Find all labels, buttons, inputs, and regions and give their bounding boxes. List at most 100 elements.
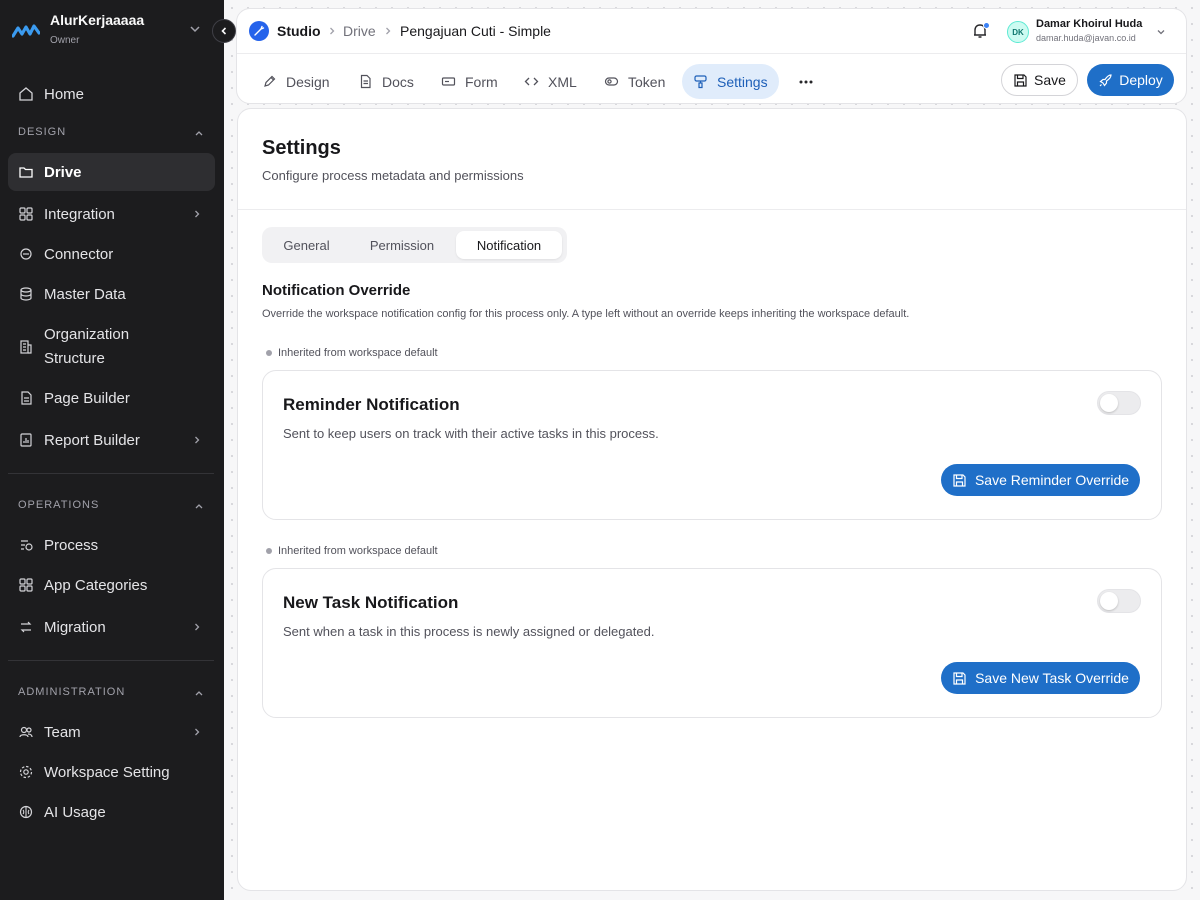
sidebar-item-report-builder[interactable]: Report Builder xyxy=(8,421,215,459)
segment-permission[interactable]: Permission xyxy=(351,231,453,259)
sidebar-item-integration[interactable]: Integration xyxy=(8,195,215,233)
tab-label: Form xyxy=(465,73,498,90)
status-dot xyxy=(266,350,272,356)
save-icon xyxy=(953,473,966,487)
sidebar-item-connector[interactable]: Connector xyxy=(8,235,215,273)
segment-notification[interactable]: Notification xyxy=(456,231,562,259)
toggle-knob xyxy=(1100,394,1118,412)
collapse-sidebar-button[interactable] xyxy=(212,19,236,43)
button-label: Save Reminder Override xyxy=(974,472,1130,488)
notification-dot xyxy=(983,22,990,29)
doc-icon xyxy=(360,74,371,89)
page-icon xyxy=(21,391,32,405)
tab-label: Settings xyxy=(717,73,768,90)
chevron-up-icon[interactable] xyxy=(193,500,205,512)
save-icon xyxy=(1014,73,1027,87)
tab-design[interactable]: Design xyxy=(251,64,341,99)
sidebar-item-label: Integration xyxy=(44,205,115,223)
sidebar-item-label: Team xyxy=(44,723,81,741)
chevron-right-icon xyxy=(195,728,200,736)
editor-tabs: Design Docs Form XML Token Settings Save xyxy=(237,55,1186,105)
chevron-up-icon[interactable] xyxy=(193,127,205,139)
tab-token[interactable]: Token xyxy=(593,64,676,99)
database-icon xyxy=(20,287,32,301)
sidebar-item-home[interactable]: Home xyxy=(8,75,215,113)
deploy-button[interactable]: Deploy xyxy=(1087,64,1174,96)
chevron-down-icon[interactable] xyxy=(1155,26,1167,38)
chevron-right-icon xyxy=(195,436,200,444)
avatar[interactable]: DK xyxy=(1007,21,1029,43)
process-icon xyxy=(21,540,33,551)
workspace-switcher[interactable]: AlurKerjaaaaa Owner xyxy=(0,0,224,62)
card-description: Sent when a task in this process is newl… xyxy=(283,624,655,639)
app-logo-icon xyxy=(12,24,40,38)
status-dot xyxy=(266,548,272,554)
top-bar: Studio Drive Pengajuan Cuti - Simple DK … xyxy=(236,8,1187,104)
chevron-right-icon xyxy=(195,210,200,218)
section-label-design: DESIGN xyxy=(18,126,67,138)
reminder-override-toggle[interactable] xyxy=(1097,391,1141,415)
sidebar-item-migration[interactable]: Migration xyxy=(8,608,215,646)
section-description: Override the workspace notification conf… xyxy=(262,308,910,320)
sidebar-item-label: App Categories xyxy=(44,576,148,594)
save-button[interactable]: Save xyxy=(1001,64,1078,96)
sidebar-item-page-builder[interactable]: Page Builder xyxy=(8,379,215,417)
tab-docs[interactable]: Docs xyxy=(347,64,425,99)
sidebar-item-master-data[interactable]: Master Data xyxy=(8,275,215,313)
save-new-task-override-button[interactable]: Save New Task Override xyxy=(941,662,1140,694)
workspace-name: AlurKerjaaaaa xyxy=(50,12,145,28)
home-icon xyxy=(19,87,33,101)
settings-panel: Settings Configure process metadata and … xyxy=(237,108,1187,891)
brush-icon xyxy=(694,75,707,89)
rocket-icon xyxy=(1099,73,1112,87)
save-button-label: Save xyxy=(1034,72,1066,88)
toggle-knob xyxy=(1100,592,1118,610)
tab-label: XML xyxy=(548,73,577,90)
reminder-notification-card: Reminder Notification Sent to keep users… xyxy=(262,370,1162,520)
user-email: damar.huda@javan.co.id xyxy=(1036,33,1136,43)
form-icon xyxy=(441,77,456,86)
tab-form[interactable]: Form xyxy=(430,64,509,99)
sidebar-item-team[interactable]: Team xyxy=(8,713,215,751)
card-title: New Task Notification xyxy=(283,593,459,612)
save-reminder-override-button[interactable]: Save Reminder Override xyxy=(941,464,1140,496)
sidebar-item-drive[interactable]: Drive xyxy=(8,153,215,191)
sidebar-item-label: Workspace Setting xyxy=(44,763,170,781)
new-task-notification-card: New Task Notification Sent when a task i… xyxy=(262,568,1162,718)
tab-xml[interactable]: XML xyxy=(513,64,588,99)
chevron-up-icon[interactable] xyxy=(193,687,205,699)
token-icon xyxy=(604,77,619,86)
sidebar-item-workspace-setting[interactable]: Workspace Setting xyxy=(8,753,215,791)
sidebar-item-process[interactable]: Process xyxy=(8,526,215,564)
plug-icon xyxy=(20,248,32,260)
sidebar-item-label: Migration xyxy=(44,618,106,636)
sidebar-item-label: Page Builder xyxy=(44,389,130,407)
breadcrumb: Studio Drive Pengajuan Cuti - Simple DK … xyxy=(237,9,1186,54)
sidebar-divider xyxy=(8,660,214,661)
sidebar-item-label: Drive xyxy=(44,163,82,181)
inherit-status: Inherited from workspace default xyxy=(266,347,438,359)
gear-icon xyxy=(19,765,33,779)
sidebar-item-label: Process xyxy=(44,536,99,554)
tab-settings[interactable]: Settings xyxy=(682,64,779,99)
sidebar-item-app-categories[interactable]: App Categories xyxy=(8,566,215,604)
breadcrumb-studio[interactable]: Studio xyxy=(277,23,321,39)
tab-label: Design xyxy=(286,73,330,90)
more-icon[interactable] xyxy=(797,73,815,91)
grid-icon xyxy=(19,207,33,221)
report-icon xyxy=(20,433,32,447)
sidebar: AlurKerjaaaaa Owner Home DESIGN Drive In… xyxy=(0,0,224,900)
segment-general[interactable]: General xyxy=(266,231,347,259)
new-task-override-toggle[interactable] xyxy=(1097,589,1141,613)
section-label-operations: OPERATIONS xyxy=(18,499,100,511)
sidebar-item-organization-structure[interactable]: Organization Structure xyxy=(8,321,215,373)
breadcrumb-current-page: Pengajuan Cuti - Simple xyxy=(400,23,551,39)
chevron-right-icon xyxy=(386,27,391,35)
sidebar-item-ai-usage[interactable]: AI Usage xyxy=(8,793,215,831)
breadcrumb-drive[interactable]: Drive xyxy=(343,23,376,39)
folder-icon xyxy=(19,167,33,178)
sidebar-item-label: Organization Structure xyxy=(44,326,130,367)
tab-label: Token xyxy=(628,73,666,90)
card-title: Reminder Notification xyxy=(283,395,460,414)
section-label-administration: ADMINISTRATION xyxy=(18,686,126,698)
